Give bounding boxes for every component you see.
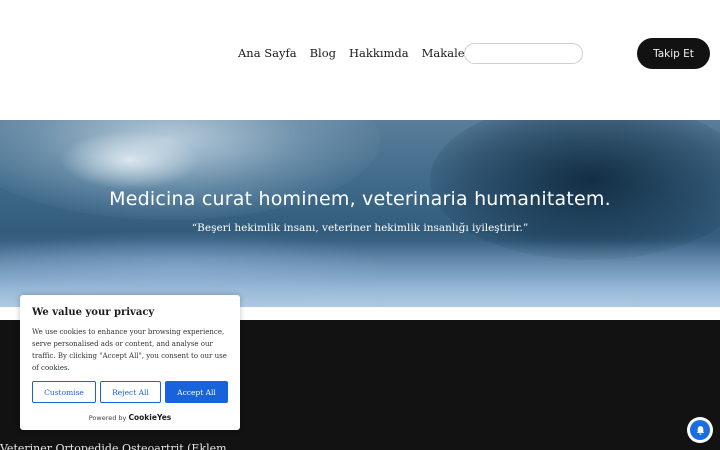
customise-button[interactable]: Customise — [32, 381, 96, 403]
nav-home-link[interactable]: Ana Sayfa — [238, 46, 297, 60]
post-title-link[interactable]: Veteriner Ortopedide Osteoartrit (Eklem — [0, 442, 227, 450]
surgical-light-highlight — [60, 130, 200, 190]
hero-title: Medicina curat hominem, veterinaria huma… — [109, 188, 611, 210]
nav-blog-link[interactable]: Blog — [310, 46, 336, 60]
nav-about-link[interactable]: Hakkımda — [349, 46, 409, 60]
accept-all-button[interactable]: Accept All — [165, 381, 228, 403]
cookie-buttons: Customise Reject All Accept All — [32, 381, 228, 403]
cookie-title: We value your privacy — [32, 307, 155, 318]
reject-all-button[interactable]: Reject All — [100, 381, 161, 403]
hero-subtitle: “Beşeri hekimlik insanı, veteriner hekim… — [191, 222, 529, 234]
site-header: Ana Sayfa Blog Hakkımda Makaleler Takip … — [0, 0, 720, 120]
cookieyes-logo[interactable]: CookieYes — [129, 413, 172, 422]
cookie-consent-banner: We value your privacy We use cookies to … — [20, 295, 240, 430]
cookie-text: We use cookies to enhance your browsing … — [32, 328, 227, 372]
hero-banner — [0, 120, 720, 307]
bell-icon — [690, 420, 710, 440]
follow-button[interactable]: Takip Et — [637, 38, 710, 69]
main-nav: Ana Sayfa Blog Hakkımda Makaleler — [238, 46, 491, 60]
powered-by: Powered by CookieYes — [20, 413, 240, 422]
powered-by-label: Powered by — [88, 414, 127, 422]
notification-button[interactable] — [687, 417, 713, 443]
search-input[interactable] — [464, 43, 583, 64]
